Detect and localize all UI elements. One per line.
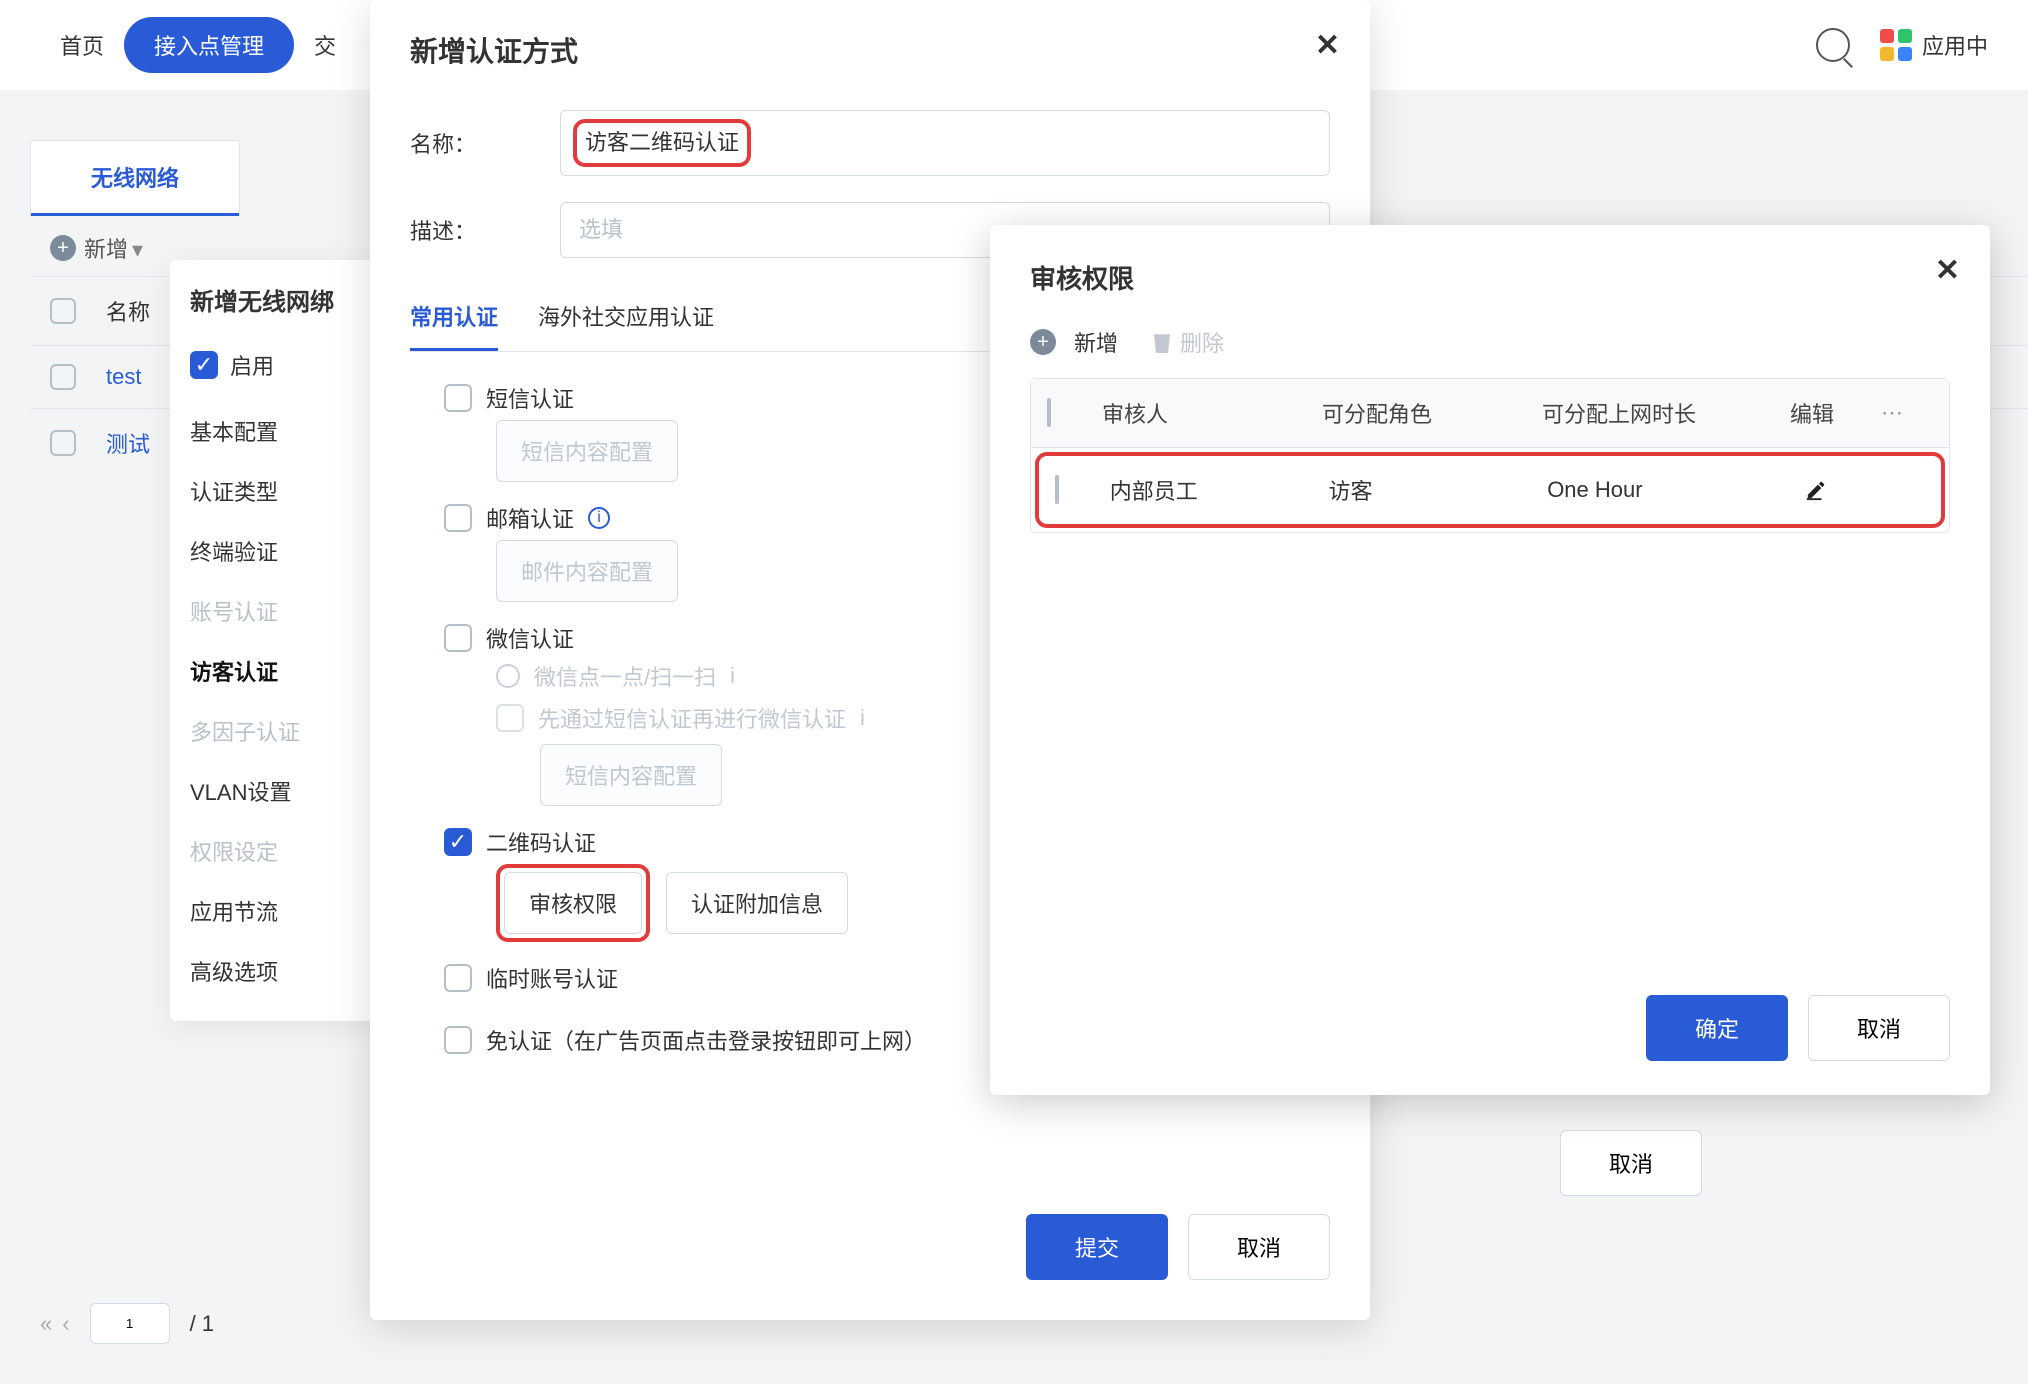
select-all-checkbox[interactable] [50, 298, 76, 324]
sidebar-item-basic[interactable]: 基本配置 [170, 401, 400, 461]
qrcode-label: 二维码认证 [486, 826, 596, 858]
sidebar-item-guest-auth[interactable]: 访客认证 [170, 641, 400, 701]
col-edit: 编辑 [1762, 397, 1862, 429]
auth-extra-info-button[interactable]: 认证附加信息 [666, 872, 848, 934]
apps-label[interactable]: 应用中 [1922, 29, 1988, 61]
tab-common-auth[interactable]: 常用认证 [410, 284, 498, 351]
row-name[interactable]: test [106, 364, 141, 390]
sidebar-item-mfa: 多因子认证 [170, 701, 400, 761]
perm-reviewer: 内部员工 [1110, 474, 1329, 506]
qrcode-review-highlight: 审核权限 [496, 864, 650, 942]
sidebar-item-permission: 权限设定 [170, 821, 400, 881]
floating-cancel-area: 取消 [1560, 1130, 1702, 1196]
wechat-label: 微信认证 [486, 622, 574, 654]
row-name[interactable]: 测试 [106, 427, 150, 459]
email-config-button: 邮件内容配置 [496, 540, 678, 602]
temp-account-label: 临时账号认证 [486, 962, 618, 994]
email-checkbox[interactable] [444, 504, 472, 532]
sms-label: 短信认证 [486, 382, 574, 414]
col-more-icon[interactable]: ⋯ [1862, 400, 1922, 426]
wechat-sub2-label: 先通过短信认证再进行微信认证 [538, 702, 846, 734]
sidebar-item-account-auth: 账号认证 [170, 581, 400, 641]
info-icon: i [730, 663, 735, 689]
perm-role: 访客 [1328, 474, 1547, 506]
sub-tabs: 无线网络 [30, 140, 240, 216]
sidebar-item-app-throttle[interactable]: 应用节流 [170, 881, 400, 941]
email-label: 邮箱认证 [486, 502, 574, 534]
review-permission-modal: 审核权限 ✕ + 新增 删除 审核人 可分配角色 可分配上网时长 编辑 ⋯ 内部… [990, 225, 1990, 1095]
wifi-panel: 新增无线网绑 ✓ 启用 基本配置 认证类型 终端验证 账号认证 访客认证 多因子… [170, 260, 400, 1021]
perm-duration: One Hour [1547, 477, 1766, 503]
plus-icon: + [50, 235, 76, 261]
pagination: « ‹ / 1 [40, 1303, 214, 1344]
col-duration: 可分配上网时长 [1542, 397, 1762, 429]
wechat-sms-config-button: 短信内容配置 [540, 744, 722, 806]
apps-icon[interactable] [1880, 29, 1912, 61]
search-icon[interactable] [1816, 28, 1850, 62]
tab-wireless[interactable]: 无线网络 [31, 141, 239, 216]
row-checkbox[interactable] [50, 430, 76, 456]
plus-icon: + [1030, 329, 1056, 355]
enable-checkbox[interactable]: ✓ [190, 351, 218, 379]
sidebar-item-auth-type[interactable]: 认证类型 [170, 461, 400, 521]
sidebar-item-terminal[interactable]: 终端验证 [170, 521, 400, 581]
cancel-button[interactable]: 取消 [1808, 995, 1950, 1061]
perm-select-all[interactable] [1047, 398, 1051, 427]
qrcode-checkbox[interactable]: ✓ [444, 828, 472, 856]
info-icon[interactable]: i [588, 507, 610, 529]
col-role: 可分配角色 [1322, 397, 1542, 429]
sms-checkbox[interactable] [444, 384, 472, 412]
enable-label: 启用 [230, 349, 274, 381]
desc-label: 描述： [410, 214, 560, 246]
submit-button[interactable]: 提交 [1026, 1214, 1168, 1280]
add-dropdown[interactable]: 新增 [84, 232, 143, 264]
wechat-radio-1 [496, 664, 520, 688]
name-value-highlight: 访客二维码认证 [573, 119, 751, 167]
close-icon[interactable]: ✕ [1315, 28, 1340, 63]
temp-account-checkbox[interactable] [444, 964, 472, 992]
sidebar-item-advanced[interactable]: 高级选项 [170, 941, 400, 1001]
info-icon: i [860, 705, 865, 731]
trash-icon [1152, 331, 1172, 353]
perm-add-button[interactable]: 新增 [1074, 326, 1118, 358]
wechat-sub1-label: 微信点一点/扫一扫 [534, 660, 716, 692]
page-input[interactable] [90, 1303, 170, 1344]
name-label: 名称： [410, 127, 560, 159]
perm-delete-button: 删除 [1180, 326, 1224, 358]
cancel-button[interactable]: 取消 [1560, 1130, 1702, 1196]
pager-prev-icon[interactable]: ‹ [62, 1311, 69, 1337]
nav-home[interactable]: 首页 [40, 19, 124, 71]
modal-title: 新增认证方式 [410, 30, 1330, 70]
page-total: / 1 [190, 1311, 214, 1337]
noauth-checkbox[interactable] [444, 1026, 472, 1054]
col-reviewer: 审核人 [1102, 397, 1322, 429]
wechat-checkbox[interactable] [444, 624, 472, 652]
edit-icon[interactable] [1805, 479, 1827, 501]
name-input[interactable]: 访客二维码认证 [585, 130, 739, 155]
perm-table: 审核人 可分配角色 可分配上网时长 编辑 ⋯ 内部员工 访客 One Hour [1030, 378, 1950, 533]
review-permission-button[interactable]: 审核权限 [504, 872, 642, 934]
wifi-panel-title: 新增无线网绑 [170, 260, 400, 343]
cancel-button[interactable]: 取消 [1188, 1214, 1330, 1280]
wechat-sms-first-checkbox [496, 704, 524, 732]
noauth-label: 免认证（在广告页面点击登录按钮即可上网） [486, 1024, 926, 1056]
nav-access-point[interactable]: 接入点管理 [124, 17, 294, 73]
perm-modal-title: 审核权限 [1030, 259, 1950, 296]
nav-switch[interactable]: 交 [294, 19, 356, 71]
perm-row-checkbox[interactable] [1055, 475, 1059, 504]
sidebar-item-vlan[interactable]: VLAN设置 [170, 761, 400, 821]
col-name: 名称 [106, 295, 150, 327]
sms-config-button: 短信内容配置 [496, 420, 678, 482]
tab-overseas-auth[interactable]: 海外社交应用认证 [538, 284, 714, 351]
close-icon[interactable]: ✕ [1935, 253, 1960, 288]
row-checkbox[interactable] [50, 364, 76, 390]
pager-first-icon[interactable]: « [40, 1311, 52, 1337]
perm-row-highlight: 内部员工 访客 One Hour [1035, 452, 1945, 528]
ok-button[interactable]: 确定 [1646, 995, 1788, 1061]
